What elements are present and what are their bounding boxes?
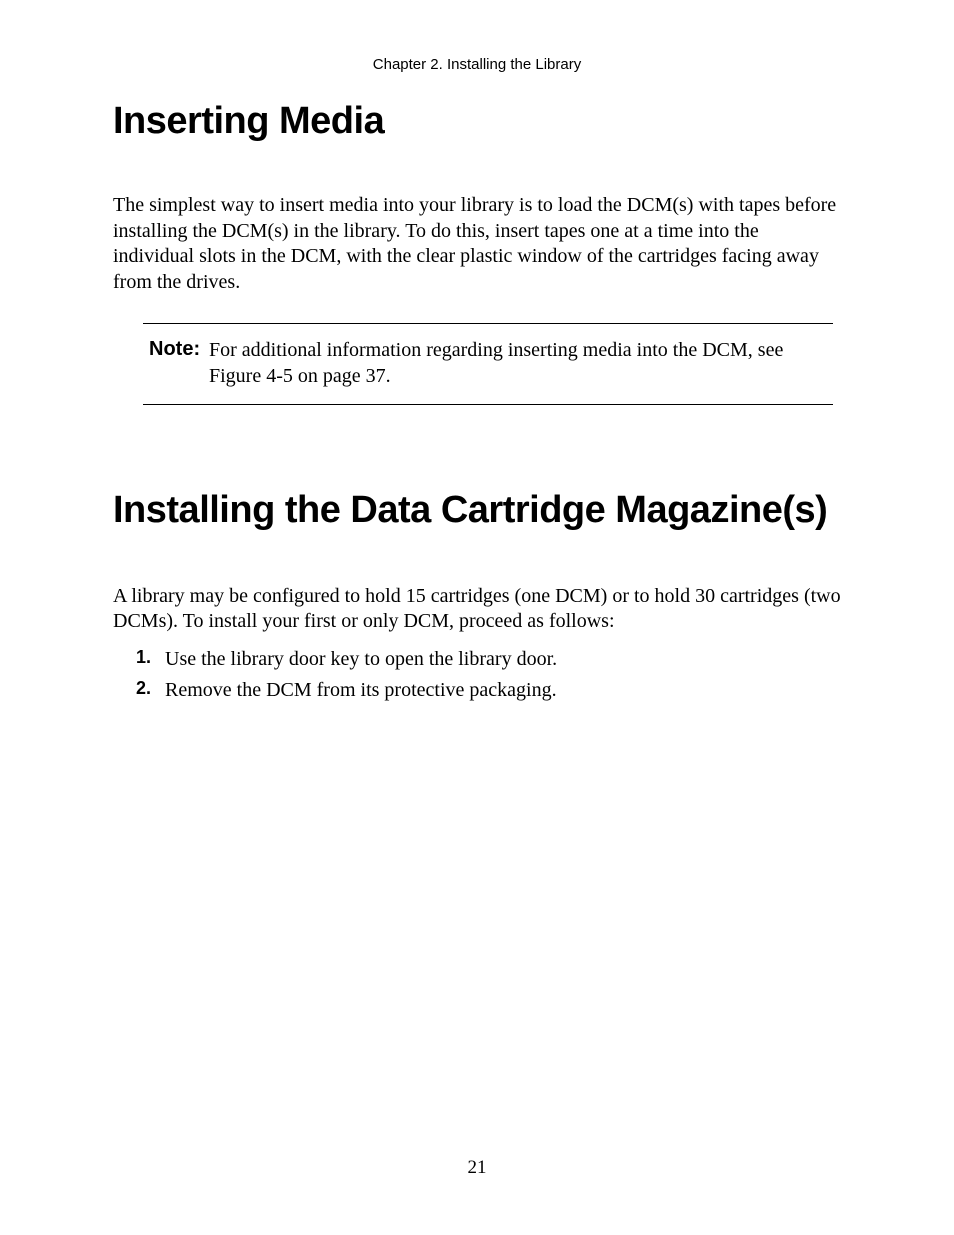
list-item-number: 2. [113, 678, 165, 699]
note-text: For additional information regarding ins… [209, 338, 833, 389]
paragraph-inserting-media: The simplest way to insert media into yo… [113, 193, 843, 295]
running-head: Chapter 2. Installing the Library [0, 56, 954, 73]
heading-installing-dcm: Installing the Data Cartridge Magazine(s… [113, 489, 843, 532]
list-item-text: Use the library door key to open the lib… [165, 647, 843, 673]
page-content: Inserting Media The simplest way to inse… [113, 100, 843, 710]
list-item-text: Remove the DCM from its protective packa… [165, 678, 843, 704]
paragraph-installing-dcm: A library may be configured to hold 15 c… [113, 584, 843, 635]
page-number: 21 [0, 1157, 954, 1179]
heading-inserting-media: Inserting Media [113, 100, 843, 143]
note-block: Note: For additional information regardi… [143, 323, 833, 404]
page: Chapter 2. Installing the Library Insert… [0, 0, 954, 1235]
note-label: Note: [143, 338, 209, 361]
list-item: 1. Use the library door key to open the … [113, 647, 843, 673]
list-item: 2. Remove the DCM from its protective pa… [113, 678, 843, 704]
ordered-list: 1. Use the library door key to open the … [113, 647, 843, 704]
list-item-number: 1. [113, 647, 165, 668]
